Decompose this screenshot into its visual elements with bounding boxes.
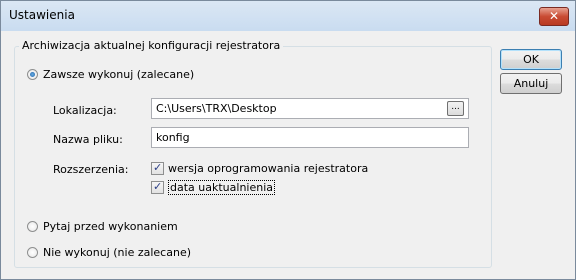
archive-groupbox: Archiwizacja aktualnej konfiguracji reje… bbox=[14, 39, 492, 268]
checkbox-update-date-label: data uaktualnienia bbox=[168, 180, 276, 195]
radio-never[interactable]: Nie wykonuj (nie zalecane) bbox=[27, 246, 191, 259]
radio-button-checked-icon[interactable] bbox=[27, 69, 38, 80]
checkbox-checked-icon[interactable] bbox=[151, 180, 164, 194]
filename-input[interactable]: konfig bbox=[151, 127, 469, 148]
checkbox-checked-icon[interactable] bbox=[151, 161, 164, 175]
settings-dialog: Ustawienia ✕ Archiwizacja aktualnej konf… bbox=[0, 0, 576, 280]
radio-button-icon[interactable] bbox=[27, 221, 38, 232]
radio-ask-label: Pytaj przed wykonaniem bbox=[43, 220, 178, 233]
location-label: Lokalizacja: bbox=[53, 104, 117, 117]
close-icon: ✕ bbox=[548, 9, 560, 23]
close-button[interactable]: ✕ bbox=[539, 7, 569, 26]
checkbox-firmware-version[interactable]: wersja oprogramowania rejestratora bbox=[151, 161, 369, 175]
radio-never-label: Nie wykonuj (nie zalecane) bbox=[43, 246, 192, 259]
title-bar: Ustawienia ✕ bbox=[1, 1, 575, 31]
filename-label: Nazwa pliku: bbox=[53, 133, 123, 146]
cancel-button[interactable]: Anuluj bbox=[500, 73, 562, 94]
radio-always[interactable]: Zawsze wykonuj (zalecane) bbox=[27, 68, 194, 81]
checkbox-update-date[interactable]: data uaktualnienia bbox=[151, 180, 276, 195]
radio-always-label: Zawsze wykonuj (zalecane) bbox=[43, 68, 195, 81]
extensions-label: Rozszerzenia: bbox=[53, 163, 129, 176]
window-title: Ustawienia bbox=[9, 8, 75, 22]
radio-button-icon[interactable] bbox=[27, 247, 38, 258]
radio-ask[interactable]: Pytaj przed wykonaniem bbox=[27, 220, 178, 233]
checkbox-firmware-version-label: wersja oprogramowania rejestratora bbox=[168, 162, 369, 175]
groupbox-title: Archiwizacja aktualnej konfiguracji reje… bbox=[19, 39, 284, 52]
location-input[interactable]: C:\Users\TRX\Desktop bbox=[151, 98, 469, 119]
ok-button[interactable]: OK bbox=[500, 49, 562, 70]
dialog-body: Archiwizacja aktualnej konfiguracji reje… bbox=[7, 31, 569, 273]
browse-button[interactable]: ... bbox=[447, 101, 464, 116]
